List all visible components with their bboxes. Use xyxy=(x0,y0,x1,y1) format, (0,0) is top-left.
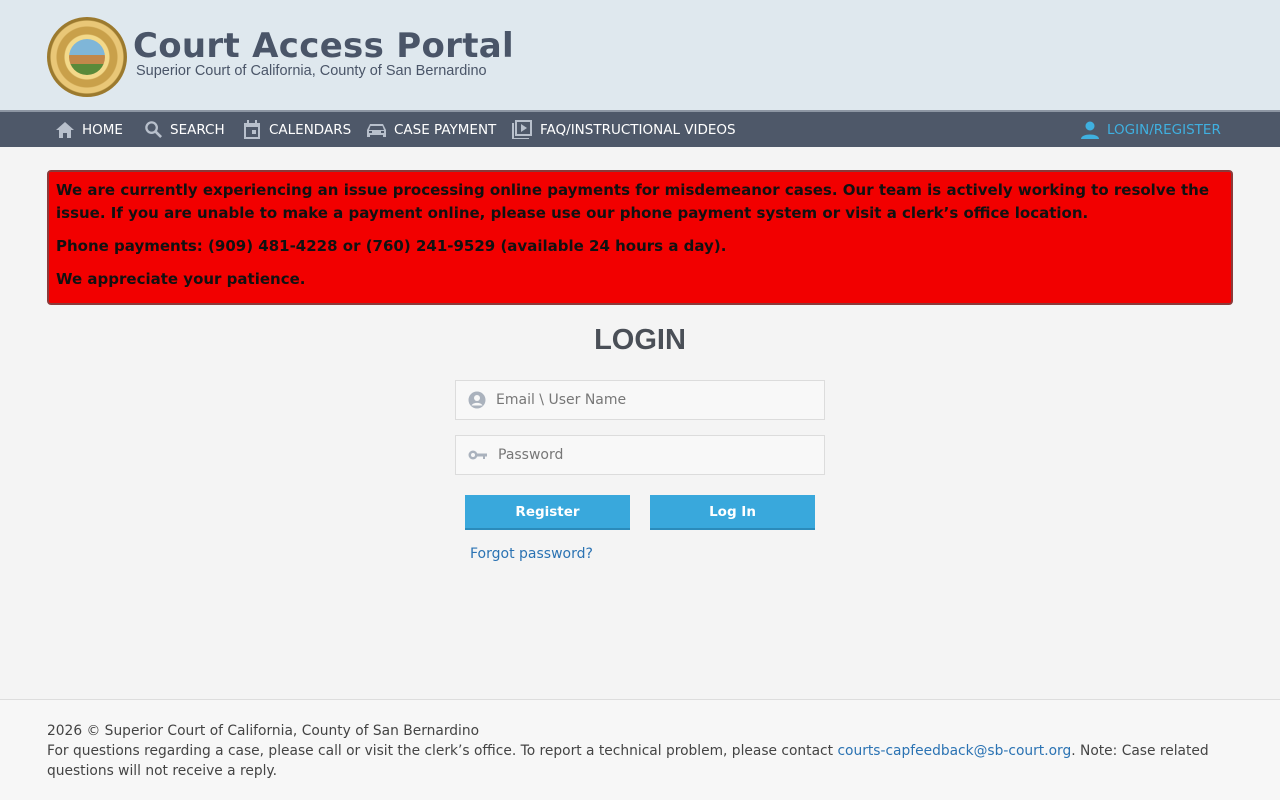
nav-login-register[interactable]: LOGIN/REGISTER xyxy=(1080,112,1221,147)
nav-case-payment[interactable]: CASE PAYMENT xyxy=(366,112,496,147)
nav-case-payment-label: CASE PAYMENT xyxy=(394,121,497,138)
login-button[interactable]: Log In xyxy=(650,495,815,530)
username-input[interactable] xyxy=(496,392,796,408)
user-circle-icon xyxy=(468,391,486,409)
nav-home[interactable]: HOME xyxy=(55,112,123,147)
payment-alert-banner: We are currently experiencing an issue p… xyxy=(47,170,1233,305)
portal-subtitle: Superior Court of California, County of … xyxy=(136,63,487,79)
nav-search-label: SEARCH xyxy=(170,121,225,138)
password-field[interactable] xyxy=(455,435,825,475)
home-icon xyxy=(56,121,74,138)
site-footer: 2026 © Superior Court of California, Cou… xyxy=(0,699,1280,800)
calendar-icon xyxy=(244,120,260,139)
main-nav: HOME SEARCH CALENDARS CASE PAYMENT FAQ/I… xyxy=(0,110,1280,147)
nav-search[interactable]: SEARCH xyxy=(144,112,225,147)
alert-message: We are currently experiencing an issue p… xyxy=(56,181,1210,222)
search-icon xyxy=(145,121,163,139)
car-icon xyxy=(367,123,386,137)
video-icon xyxy=(512,120,532,139)
key-icon xyxy=(468,450,487,460)
alert-thanks: We appreciate your patience. xyxy=(56,270,306,288)
footer-contact: For questions regarding a case, please c… xyxy=(47,741,1233,781)
username-field[interactable] xyxy=(455,380,825,420)
nav-calendars[interactable]: CALENDARS xyxy=(242,112,351,147)
forgot-password-link[interactable]: Forgot password? xyxy=(470,546,593,562)
register-button[interactable]: Register xyxy=(465,495,630,530)
portal-title: Court Access Portal xyxy=(133,26,514,66)
nav-faq-label: FAQ/INSTRUCTIONAL VIDEOS xyxy=(540,121,736,138)
alert-phone: Phone payments: (909) 481-4228 or (760) … xyxy=(56,237,727,255)
nav-faq[interactable]: FAQ/INSTRUCTIONAL VIDEOS xyxy=(511,112,736,147)
password-input[interactable] xyxy=(498,447,798,463)
footer-copyright: 2026 © Superior Court of California, Cou… xyxy=(47,723,480,739)
footer-contact-text: For questions regarding a case, please c… xyxy=(47,743,838,759)
login-heading: LOGIN xyxy=(594,324,686,356)
user-icon xyxy=(1081,121,1099,139)
site-header: Court Access Portal Superior Court of Ca… xyxy=(0,0,1280,110)
court-seal-logo xyxy=(47,17,127,97)
nav-home-label: HOME xyxy=(82,121,123,138)
nav-login-label: LOGIN/REGISTER xyxy=(1107,121,1221,138)
feedback-email-link[interactable]: courts-capfeedback@sb-court.org xyxy=(837,743,1071,759)
nav-calendars-label: CALENDARS xyxy=(269,121,352,138)
